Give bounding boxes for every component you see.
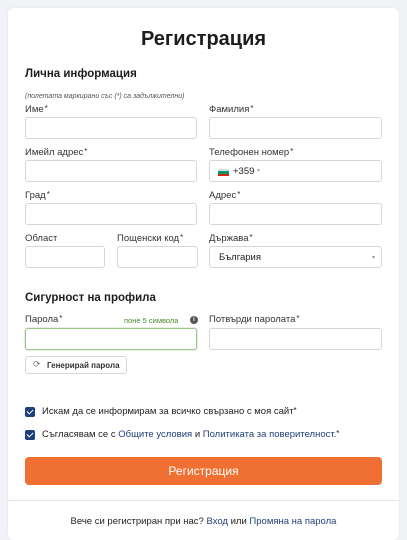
phone-input[interactable]: +359 ▾: [209, 160, 382, 182]
confirm-password-input[interactable]: [209, 328, 382, 350]
chevron-down-icon[interactable]: ▾: [257, 167, 260, 174]
security-heading: Сигурност на профила: [25, 292, 156, 304]
chevron-down-icon: ▾: [371, 255, 375, 261]
footer: Вече си регистриран при нас? Вход или Пр…: [70, 516, 337, 527]
address-input[interactable]: [209, 203, 382, 225]
region-input[interactable]: [25, 246, 105, 268]
last-name-input[interactable]: [209, 117, 382, 139]
footer-divider: [8, 500, 399, 501]
required-fields-note: (полетата маркирани със (*) са задължите…: [25, 93, 185, 100]
country-label: Държава*: [209, 233, 253, 244]
address-label: Адрес*: [209, 190, 241, 201]
info-icon[interactable]: i: [190, 316, 198, 324]
terms-checkbox[interactable]: [25, 430, 35, 440]
generate-password-label: Генерирай парола: [47, 361, 120, 370]
reset-password-link[interactable]: Промяна на парола: [249, 516, 336, 527]
newsletter-checkbox[interactable]: [25, 407, 35, 417]
generate-password-button[interactable]: ⟳ Генерирай парола: [25, 356, 127, 374]
postal-code-input[interactable]: [117, 246, 198, 268]
bulgaria-flag-icon[interactable]: [218, 169, 229, 176]
city-input[interactable]: [25, 203, 197, 225]
first-name-input[interactable]: [25, 117, 197, 139]
postal-code-label: Пощенски код*: [117, 233, 184, 244]
newsletter-consent: Искам да се информирам за всичко свързан…: [42, 406, 297, 417]
register-button[interactable]: Регистрация: [25, 457, 382, 485]
registration-card: Регистрация Лична информация (полетата м…: [8, 8, 399, 540]
first-name-label: Име*: [25, 104, 48, 115]
last-name-label: Фамилия*: [209, 104, 254, 115]
password-label: Парола*: [25, 314, 63, 325]
personal-info-heading: Лична информация: [25, 68, 137, 80]
terms-link[interactable]: Общите условия: [118, 429, 192, 440]
country-selected-value: България: [219, 252, 261, 263]
password-input[interactable]: [25, 328, 197, 350]
login-link[interactable]: Вход: [206, 516, 228, 527]
email-label: Имейл адрес*: [25, 147, 88, 158]
email-input[interactable]: [25, 160, 197, 182]
country-select[interactable]: България ▾: [209, 246, 382, 268]
refresh-icon: ⟳: [33, 359, 41, 369]
page-title: Регистрация: [140, 28, 267, 50]
confirm-password-label: Потвърди паролата*: [209, 314, 300, 325]
region-label: Област: [25, 233, 58, 244]
password-hint: поне 5 символа: [124, 316, 179, 325]
phone-label: Телефонен номер*: [209, 147, 294, 158]
terms-consent: Съгласявам се с Общите условия и Политик…: [42, 429, 340, 440]
privacy-link[interactable]: Политиката за поверителност: [203, 429, 334, 440]
city-label: Град*: [25, 190, 50, 201]
phone-country-code: +359: [233, 166, 255, 177]
